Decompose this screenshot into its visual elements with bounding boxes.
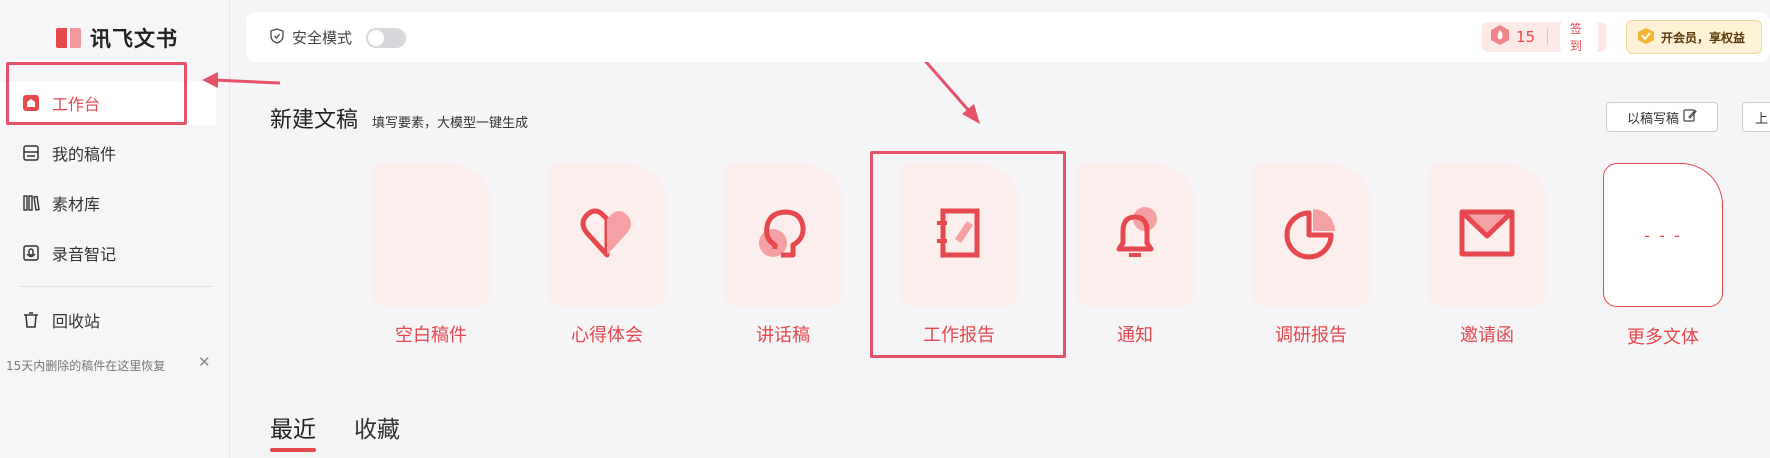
tab-favorites[interactable]: 收藏 (354, 410, 400, 444)
drafts-icon (22, 144, 40, 162)
sidebar-item-label: 我的稿件 (52, 145, 117, 164)
close-icon[interactable]: ✕ (198, 353, 211, 371)
trash-icon (22, 311, 40, 329)
logo-book-icon (54, 24, 84, 52)
recycle-hint: 15天内删除的稿件在这里恢复 (6, 359, 166, 373)
recording-icon (22, 244, 40, 262)
points-widget[interactable]: 15 签到 (1482, 18, 1606, 56)
annotation-highlight-box (870, 151, 1066, 358)
annotation-arrow-down (918, 54, 972, 113)
toggle-knob (368, 29, 385, 46)
vip-badge-icon (1637, 27, 1655, 48)
draft-button-label: 以稿写稿 (1626, 111, 1679, 127)
points-count: 15 (1516, 28, 1536, 46)
sidebar-item-my-drafts[interactable]: 我的稿件 (0, 131, 216, 175)
vip-label: 开会员，享权益 (1661, 30, 1746, 45)
template-label[interactable]: 心得体会 (537, 321, 677, 347)
template-card-invitation[interactable] (1427, 163, 1547, 307)
sidebar-item-label: 素材库 (52, 195, 101, 214)
logo-text: 讯飞文书 (90, 27, 178, 51)
app-logo[interactable]: 讯飞文书 (54, 22, 178, 54)
edit-icon (1683, 108, 1697, 126)
annotation-arrowhead-down (962, 104, 980, 124)
tab-recent[interactable]: 最近 (270, 410, 316, 452)
sidebar-item-trash[interactable]: 回收站 (0, 298, 216, 342)
sidebar-item-recording[interactable]: 录音智记 (0, 231, 216, 275)
template-label[interactable]: 通知 (1065, 321, 1205, 347)
upload-button[interactable]: 上 (1742, 102, 1770, 132)
safe-mode-label: 安全模式 (292, 29, 353, 47)
sidebar-item-label: 回收站 (52, 312, 101, 331)
page-subtitle: 填写要素，大模型一键生成 (372, 116, 529, 131)
points-separator (1547, 29, 1548, 45)
template-card-speech[interactable] (723, 163, 843, 307)
pie-chart-icon (1283, 205, 1339, 265)
bell-icon (1107, 205, 1163, 265)
safe-mode-toggle[interactable] (366, 27, 407, 48)
library-icon (22, 194, 40, 212)
new-doc-heading: 新建文稿 填写要素，大模型一键生成 (270, 102, 528, 134)
sidebar-item-label: 录音智记 (52, 245, 117, 264)
more-icon: - - - (1644, 225, 1682, 245)
template-label[interactable]: 邀请函 (1417, 321, 1557, 347)
template-label[interactable]: 空白稿件 (361, 321, 501, 347)
safe-mode: 安全模式 (270, 27, 407, 48)
flame-badge-icon (1490, 24, 1510, 50)
sidebar-item-library[interactable]: 素材库 (0, 181, 216, 225)
draft-from-draft-button[interactable]: 以稿写稿 (1606, 102, 1718, 132)
top-bar: 安全模式 15 签到 开会员，享权益 (246, 12, 1770, 62)
shield-icon (270, 27, 284, 48)
upload-button-label: 上 (1755, 111, 1769, 127)
template-card-research[interactable] (1251, 163, 1371, 307)
sidebar-divider (20, 286, 212, 287)
template-label[interactable]: 更多文体 (1593, 323, 1733, 349)
page-title: 新建文稿 (270, 108, 359, 133)
template-card-blank[interactable] (371, 163, 491, 307)
annotation-highlight-box (6, 62, 187, 125)
speech-icon (755, 205, 811, 265)
heart-icon (579, 207, 635, 263)
template-card-experience[interactable] (547, 163, 667, 307)
vip-button[interactable]: 开会员，享权益 (1626, 20, 1762, 54)
sign-in-button[interactable]: 签到 (1559, 18, 1598, 56)
envelope-icon (1458, 208, 1516, 262)
template-card-more[interactable]: - - - (1603, 163, 1723, 307)
recent-favorites-tabs: 最近 收藏 (270, 410, 400, 452)
template-card-notice[interactable] (1075, 163, 1195, 307)
template-label[interactable]: 调研报告 (1241, 321, 1381, 347)
template-label[interactable]: 讲话稿 (713, 321, 853, 347)
